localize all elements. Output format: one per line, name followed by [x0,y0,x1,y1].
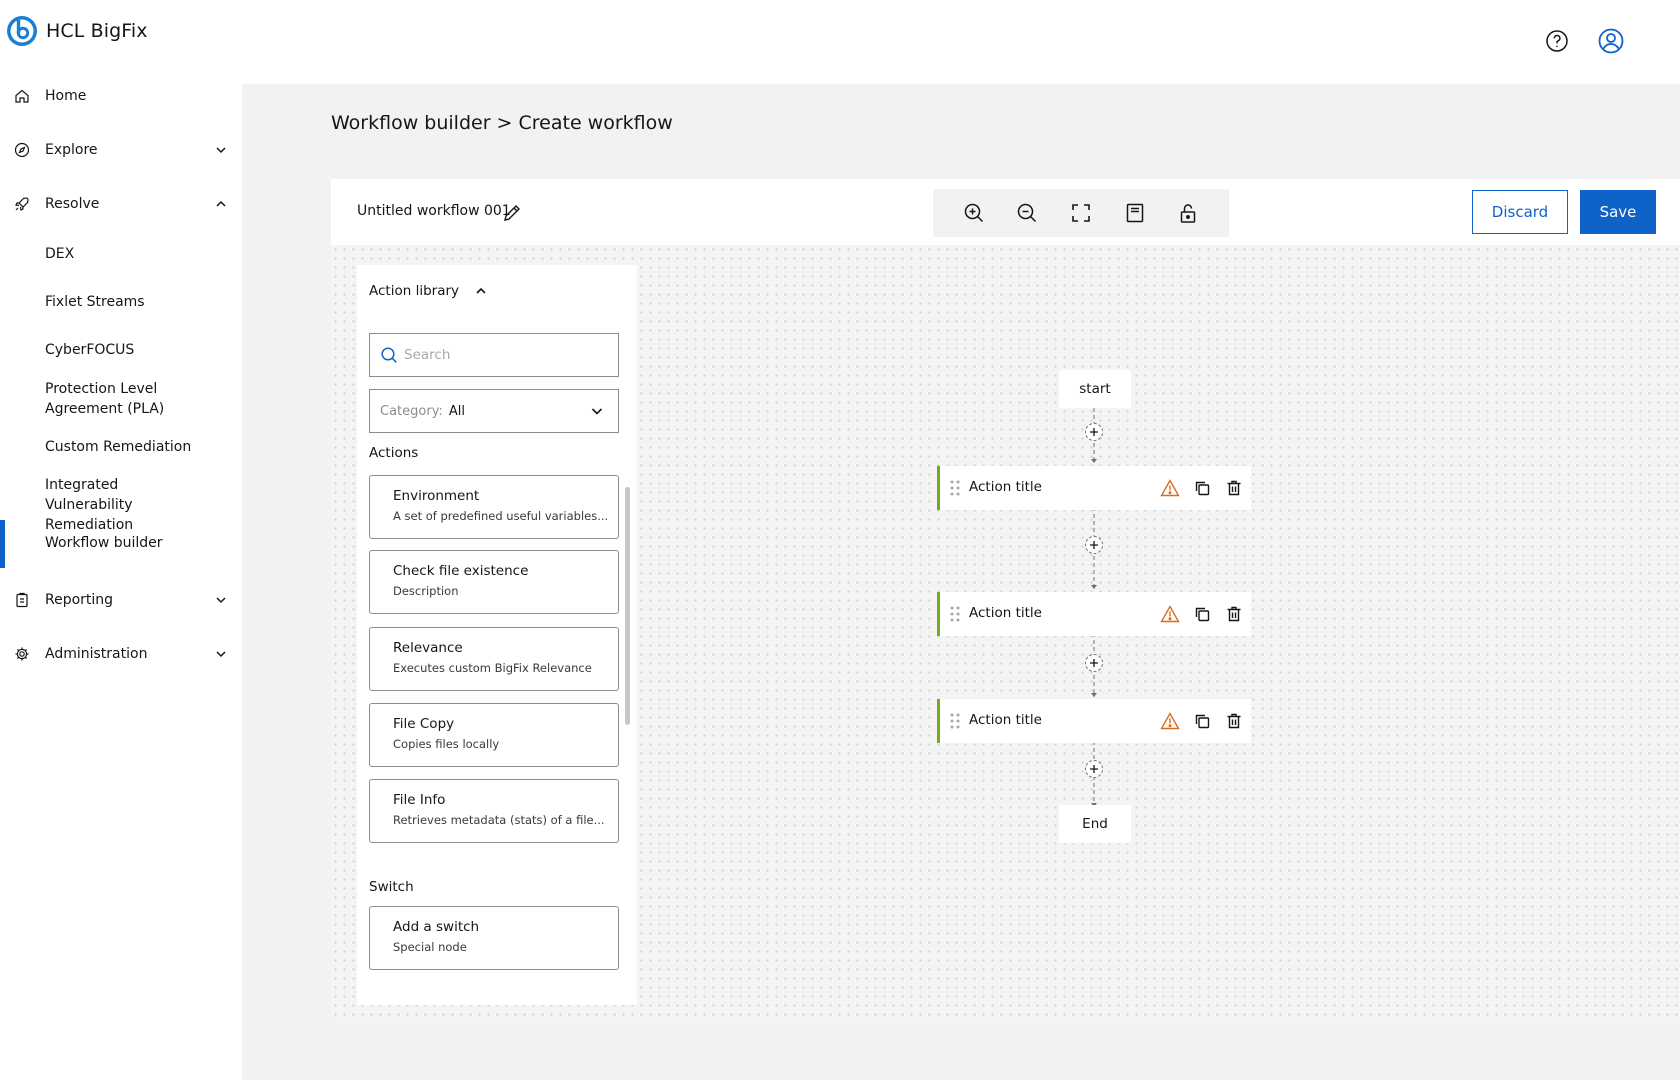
action-node-title: Action title [969,605,1042,621]
save-button[interactable]: Save [1580,190,1656,234]
editor-header: Untitled workflow 001 Discard Save [331,179,1680,245]
sidebar-item-label: Reporting [45,592,114,608]
edit-icon[interactable] [501,202,523,224]
workflow-action-node[interactable]: Action title [937,592,1251,636]
sidebar-subitem-integrated-vulnerability-remediation[interactable]: Integrated Vulnerability Remediation [45,475,205,535]
action-node-title: Action title [969,479,1042,495]
fit-screen-icon[interactable] [1067,199,1095,227]
chevron-down-icon [214,143,228,157]
sidebar-subitem-cyberfocus[interactable]: CyberFOCUS [45,340,225,360]
node-actions [1159,603,1245,625]
app-logo[interactable]: HCL BigFix [6,15,148,47]
minimap-icon[interactable] [1121,199,1149,227]
zoom-in-icon[interactable] [960,199,988,227]
sidebar-subitem-pla[interactable]: Protection Level Agreement (PLA) [45,379,175,419]
workflow-name: Untitled workflow 001 [357,203,511,219]
add-step-button[interactable] [1085,760,1103,778]
workflow-editor: Untitled workflow 001 Discard Save Actio… [331,179,1680,1022]
warning-icon[interactable] [1159,603,1181,625]
canvas-toolbar [933,189,1229,237]
sidebar-item-home[interactable]: Home [0,84,242,108]
delete-icon[interactable] [1223,710,1245,732]
chevron-down-icon [214,647,228,661]
header-actions [1544,28,1624,54]
workflow-diagram: start Action title Action title Action t… [331,245,1680,1022]
workflow-action-node[interactable]: Action title [937,466,1251,510]
delete-icon[interactable] [1223,603,1245,625]
zoom-out-icon[interactable] [1013,199,1041,227]
delete-icon[interactable] [1223,477,1245,499]
sidebar: Home Explore Resolve DEX Fixlet Streams … [0,66,242,1080]
sidebar-item-resolve[interactable]: Resolve [0,192,242,216]
workflow-canvas[interactable]: Action library Category: All Actions Env… [331,245,1680,1022]
node-actions [1159,477,1245,499]
warning-icon[interactable] [1159,477,1181,499]
discard-button[interactable]: Discard [1472,190,1568,234]
sidebar-item-administration[interactable]: Administration [0,642,242,666]
sidebar-subitem-custom-remediation[interactable]: Custom Remediation [45,437,225,457]
add-step-button[interactable] [1085,536,1103,554]
home-icon [14,88,30,104]
add-step-button[interactable] [1085,423,1103,441]
start-node[interactable]: start [1059,370,1131,408]
sidebar-item-explore[interactable]: Explore [0,138,242,162]
sidebar-item-label: Administration [45,646,148,662]
chevron-down-icon [214,593,228,607]
workflow-action-node[interactable]: Action title [937,699,1251,743]
bigfix-logo-icon [7,16,37,46]
drag-handle-icon[interactable] [950,713,960,729]
sidebar-subitem-workflow-builder[interactable]: Workflow builder [45,533,225,553]
drag-handle-icon[interactable] [950,606,960,622]
top-header: HCL BigFix [0,0,1680,84]
add-step-button[interactable] [1085,654,1103,672]
plus-icon [1090,765,1098,773]
chevron-up-icon [214,197,228,211]
active-indicator [0,520,5,568]
duplicate-icon[interactable] [1191,477,1213,499]
user-profile-icon[interactable] [1598,28,1624,54]
report-icon [14,592,30,608]
sidebar-subitem-dex[interactable]: DEX [45,244,225,264]
duplicate-icon[interactable] [1191,603,1213,625]
node-actions [1159,710,1245,732]
drag-handle-icon[interactable] [950,480,960,496]
help-icon[interactable] [1544,28,1570,54]
duplicate-icon[interactable] [1191,710,1213,732]
action-node-title: Action title [969,712,1042,728]
warning-icon[interactable] [1159,710,1181,732]
main-content: Workflow builder > Create workflow Untit… [242,84,1680,1080]
sidebar-item-label: Explore [45,142,98,158]
gear-icon [14,646,30,662]
plus-icon [1090,428,1098,436]
compass-icon [14,142,30,158]
plus-icon [1090,541,1098,549]
end-node[interactable]: End [1059,805,1131,843]
rocket-icon [14,196,30,212]
sidebar-subitem-fixlet-streams[interactable]: Fixlet Streams [45,292,225,312]
app-name: HCL BigFix [46,20,148,42]
sidebar-item-label: Resolve [45,196,100,212]
unlock-icon[interactable] [1174,199,1202,227]
page-title: Workflow builder > Create workflow [331,112,673,134]
sidebar-item-label: Home [45,88,87,104]
plus-icon [1090,659,1098,667]
sidebar-item-reporting[interactable]: Reporting [0,588,242,612]
